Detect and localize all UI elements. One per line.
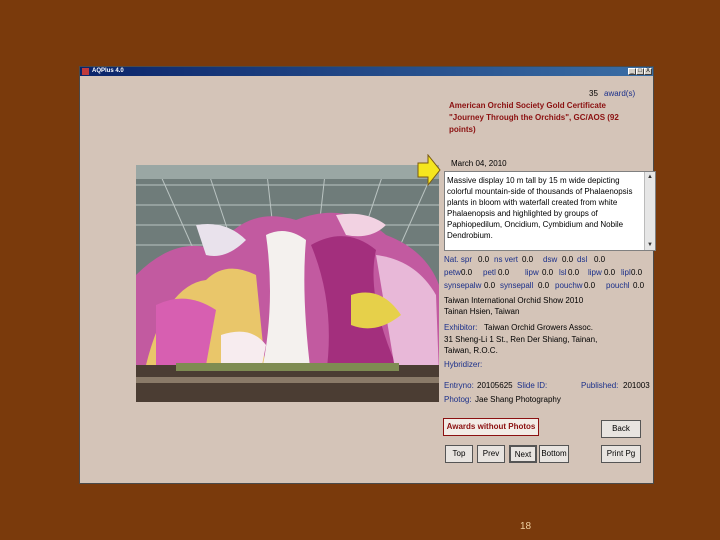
measure-value-0: 0.0 <box>478 255 490 264</box>
exhibitor-name: Taiwan Orchid Growers Assoc. <box>484 323 593 332</box>
award-count: 35 <box>589 89 598 98</box>
measure-label-7: lsl <box>559 268 567 277</box>
description-textarea[interactable]: Massive display 10 m tall by 15 m wide d… <box>444 171 656 251</box>
slide-number: 18 <box>520 521 532 532</box>
measure-value-10: 0.0 <box>484 281 496 290</box>
measure-value-3: 0.0 <box>594 255 606 264</box>
slide-id-label: Slide ID: <box>517 381 548 390</box>
measure-label-1: ns vert <box>494 255 519 264</box>
description-scrollbar[interactable]: ▲ ▼ <box>644 172 655 250</box>
show-name: Taiwan International Orchid Show 2010 <box>444 296 584 305</box>
description-text: Massive display 10 m tall by 15 m wide d… <box>447 176 633 240</box>
published-label: Published: <box>581 381 619 390</box>
exhibitor-label: Exhibitor: <box>444 323 478 332</box>
exhibitor-address-line2: Taiwan, R.O.C. <box>444 346 498 355</box>
award-date: March 04, 2010 <box>451 159 507 168</box>
yellow-arrow-icon <box>417 154 441 186</box>
measure-value-12: 0.0 <box>584 281 596 290</box>
next-button[interactable]: Next <box>509 445 537 463</box>
awards-without-photos-button[interactable]: Awards without Photos <box>443 418 539 436</box>
measure-label-3: dsl <box>577 255 588 264</box>
measure-label-9: lipl <box>621 268 631 277</box>
published-value: 201003 <box>623 381 650 390</box>
measure-label-8: lipw <box>588 268 602 277</box>
award-count-suffix: award(s) <box>604 89 636 98</box>
measure-label-5: petl <box>483 268 496 277</box>
measure-value-11: 0.0 <box>538 281 550 290</box>
entryno-value: 20105625 <box>477 381 513 390</box>
measure-value-1: 0.0 <box>522 255 534 264</box>
measure-label-0: Nat. spr <box>444 255 473 264</box>
measure-label-4: petw <box>444 268 461 277</box>
window-title: AQPlus 4.0 <box>92 68 124 74</box>
exhibitor-address-line1: 31 Sheng-Li 1 St., Ren Der Shiang, Taina… <box>444 335 598 344</box>
measure-label-6: lipw <box>525 268 539 277</box>
orchid-display-photo <box>136 165 439 402</box>
award-title-line1: American Orchid Society Gold Certificate <box>449 101 606 110</box>
photog-label: Photog: <box>444 395 472 404</box>
measure-value-2: 0.0 <box>562 255 574 264</box>
show-location: Tainan Hsien, Taiwan <box>444 307 520 316</box>
minimize-button[interactable]: _ <box>628 68 636 75</box>
measure-value-4: 0.0 <box>461 268 473 277</box>
hybridizer-label: Hybridizer: <box>444 360 483 369</box>
prev-button[interactable]: Prev <box>477 445 505 463</box>
app-window: AQPlus 4.0 _ □ X 35 award(s) American Or… <box>79 66 656 484</box>
award-title-line2: "Journey Through the Orchids", GC/AOS (9… <box>449 113 619 122</box>
measure-value-6: 0.0 <box>542 268 554 277</box>
measure-value-9: 0.0 <box>631 268 643 277</box>
print-page-button[interactable]: Print Pg <box>601 445 641 463</box>
entryno-label: Entryno: <box>444 381 474 390</box>
top-button[interactable]: Top <box>445 445 473 463</box>
maximize-button[interactable]: □ <box>636 68 644 75</box>
close-button[interactable]: X <box>644 68 652 75</box>
title-bar: AQPlus 4.0 _ □ X <box>80 67 653 76</box>
measure-label-10: synsepalw <box>444 281 482 290</box>
measure-value-5: 0.0 <box>498 268 510 277</box>
scroll-up-icon[interactable]: ▲ <box>647 174 653 180</box>
back-button[interactable]: Back <box>601 420 641 438</box>
measure-label-2: dsw <box>543 255 558 264</box>
measure-value-7: 0.0 <box>568 268 580 277</box>
award-title-line3: points) <box>449 125 476 134</box>
measure-label-12: pouchw <box>555 281 583 290</box>
app-icon <box>82 68 89 75</box>
measure-value-8: 0.0 <box>604 268 616 277</box>
measure-value-13: 0.0 <box>633 281 645 290</box>
measure-label-11: synsepall <box>500 281 534 290</box>
photog-value: Jae Shang Photography <box>475 395 561 404</box>
scroll-down-icon[interactable]: ▼ <box>647 242 653 248</box>
measure-label-13: pouchl <box>606 281 630 290</box>
bottom-button[interactable]: Bottom <box>539 445 569 463</box>
